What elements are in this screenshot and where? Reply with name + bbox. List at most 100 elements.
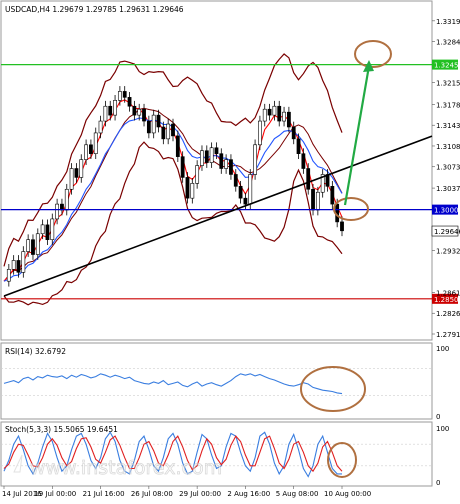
candle: [190, 183, 195, 199]
candle: [161, 126, 166, 140]
y-tick-label: 1.33190: [436, 18, 460, 26]
candle: [151, 114, 156, 134]
candle: [311, 188, 315, 211]
candle: [35, 233, 40, 255]
x-tick-label: 2 Aug 16:00: [227, 490, 270, 498]
y-tick-label: 1.31780: [436, 101, 460, 109]
candle: [330, 186, 335, 205]
y-tick-label: 1.29320: [436, 247, 460, 255]
candle: [74, 168, 79, 178]
candle: [301, 153, 306, 169]
candle: [98, 120, 103, 134]
candle: [277, 105, 282, 122]
candle: [171, 123, 175, 137]
x-tick-label: 5 Aug 08:00: [276, 490, 319, 498]
candle: [156, 114, 161, 128]
candle: [195, 165, 200, 184]
x-tick-label: 26 Jul 08:00: [131, 490, 173, 498]
candle: [214, 147, 219, 154]
candle: [248, 174, 253, 205]
candle: [64, 188, 69, 211]
candle: [224, 159, 229, 169]
forex-chart: 1.324521.300071.285031.296461.331901.328…: [0, 0, 460, 498]
x-tick-label: 10 Aug 00:00: [324, 490, 371, 498]
candle: [306, 168, 311, 190]
candle: [132, 105, 137, 116]
rsi-y-tick-label: 100: [436, 345, 449, 353]
candle: [315, 191, 320, 211]
x-axis: 14 Jul 201619 Jul 00:00 21 Jul 16:00 26 Ju…: [2, 486, 371, 498]
candle: [286, 111, 291, 128]
candle: [296, 138, 301, 154]
candle: [253, 144, 257, 175]
candle: [40, 224, 45, 235]
candle: [166, 123, 171, 140]
y-tick-label: 1.30370: [436, 185, 460, 193]
candle: [233, 174, 238, 187]
candle: [16, 260, 21, 273]
candle: [103, 105, 108, 122]
candle: [282, 111, 286, 122]
candle: [108, 105, 113, 116]
y-tick-label: 1.27910: [436, 331, 460, 339]
level-price-label: 1.30007: [434, 207, 460, 215]
candle: [291, 126, 296, 140]
candle: [258, 120, 262, 146]
candle: [127, 97, 132, 107]
candle: [175, 135, 180, 157]
candle: [69, 168, 74, 190]
candle: [272, 105, 277, 116]
main-chart-title: USDCAD,H4 1.29679 1.29785 1.29631 1.2964…: [5, 5, 184, 14]
stoch-y-tick-label: 100: [436, 425, 449, 433]
candle: [6, 269, 11, 282]
candle: [267, 108, 272, 116]
candle: [262, 108, 267, 122]
candle: [31, 239, 35, 255]
stoch-y-tick-label: 0: [436, 479, 440, 487]
candle: [122, 91, 127, 98]
candle: [137, 108, 142, 116]
x-tick-label: 29 Jul 00:00: [179, 490, 221, 498]
main-panel-frame: [0, 0, 433, 341]
y-tick-label: 1.32840: [436, 39, 460, 47]
candle: [45, 224, 50, 240]
candle: [209, 147, 214, 163]
candle: [229, 159, 233, 175]
candle: [340, 221, 344, 232]
candle: [113, 100, 117, 116]
rsi-title: RSI(14) 32.6792: [5, 347, 66, 356]
y-tick-label: 1.28260: [436, 310, 460, 318]
candle: [180, 156, 185, 178]
candle: [79, 159, 84, 178]
watermark: www.instaforex.com: [13, 454, 223, 479]
rsi-y-tick-label: 0: [436, 413, 440, 421]
candle: [142, 108, 146, 122]
y-tick-label: 1.31430: [436, 122, 460, 130]
y-tick-label: 1.32150: [436, 80, 460, 88]
candle: [21, 251, 26, 273]
candle: [89, 144, 93, 154]
last-price-label: 1.29646: [434, 228, 460, 236]
candle: [200, 150, 204, 166]
candle: [146, 120, 151, 134]
candle: [238, 186, 243, 199]
x-tick-label: 21 Jul 16:00: [83, 490, 125, 498]
y-tick-label: 1.28610: [436, 289, 460, 297]
y-tick-label: 1.31080: [436, 143, 460, 151]
watermark-text: www.instaforex.com: [30, 457, 222, 479]
candle: [11, 260, 16, 270]
candle: [26, 239, 31, 252]
candle: [243, 197, 248, 205]
chart-root: 1.324521.300071.285031.296461.331901.328…: [0, 0, 460, 500]
x-tick-label: 19 Jul 00:00: [34, 490, 76, 498]
candle: [50, 218, 55, 240]
candle: [204, 150, 209, 163]
candle: [55, 203, 60, 220]
y-tick-label: 1.30730: [436, 164, 460, 172]
level-price-label: 1.32452: [434, 62, 460, 70]
candle: [84, 144, 88, 160]
candle: [185, 177, 190, 199]
candle: [117, 91, 122, 101]
candle: [219, 153, 224, 169]
stoch-title: Stoch(5,3,3) 15.5065 19.6451: [5, 425, 118, 434]
